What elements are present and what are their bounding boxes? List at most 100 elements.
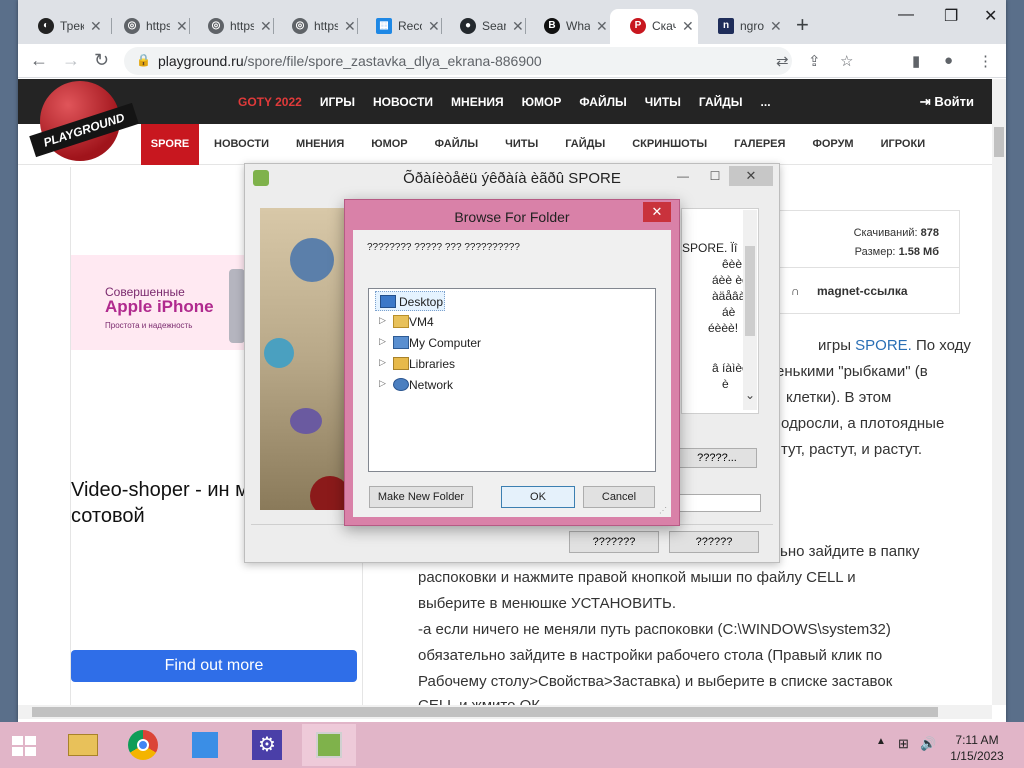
ngrok-icon: n <box>718 18 734 34</box>
horizontal-scrollbar[interactable] <box>18 705 992 719</box>
close-window-icon[interactable]: ✕ <box>984 6 997 26</box>
tab-active[interactable]: P Скач ✕ <box>610 9 698 44</box>
install-button[interactable]: ??????? <box>569 531 659 553</box>
back-icon[interactable]: ← <box>30 50 48 71</box>
forward-icon[interactable]: → <box>62 50 80 71</box>
minimize-icon[interactable]: — <box>669 166 697 186</box>
close-tab-icon[interactable]: ✕ <box>682 18 694 35</box>
network-tray-icon[interactable]: ⊞ <box>898 736 909 752</box>
volume-icon[interactable]: 🔊 <box>920 736 936 752</box>
tab[interactable]: n ngrok ✕ <box>698 9 784 43</box>
subnav-item[interactable]: МНЕНИЯ <box>296 138 344 150</box>
lock-icon[interactable]: 🔒 <box>136 53 151 67</box>
nav-opinions[interactable]: МНЕНИЯ <box>451 95 504 109</box>
close-tab-icon[interactable]: ✕ <box>260 18 272 35</box>
subnav-item[interactable]: ФАЙЛЫ <box>435 138 478 150</box>
close-tab-icon[interactable]: ✕ <box>344 18 356 35</box>
subnav-item[interactable]: ГАЙДЫ <box>565 138 605 150</box>
nav-more[interactable]: ... <box>761 95 771 109</box>
taskbar-explorer[interactable] <box>56 724 110 766</box>
bookmark-star-icon[interactable]: ☆ <box>840 52 853 70</box>
subnav-item[interactable]: ИГРОКИ <box>881 138 926 150</box>
cancel-button[interactable]: Cancel <box>583 486 655 508</box>
close-icon[interactable]: ✕ <box>729 166 773 186</box>
tab[interactable]: ◎ https ✕ <box>104 9 190 43</box>
restore-icon[interactable]: ❐ <box>944 6 958 26</box>
ad-banner[interactable]: Совершенные Apple iPhone Простота и наде… <box>71 255 246 350</box>
side-panel-icon[interactable]: ▮ <box>912 52 920 70</box>
reload-icon[interactable]: ↻ <box>94 50 109 71</box>
expand-arrow-icon[interactable]: ▷ <box>379 357 386 368</box>
login-button[interactable]: ⇥ Войти <box>920 94 974 110</box>
close-tab-icon[interactable]: ✕ <box>770 18 782 35</box>
subnav-item[interactable]: ЧИТЫ <box>505 138 538 150</box>
taskbar-installer[interactable] <box>302 724 356 766</box>
subnav-item[interactable]: НОВОСТИ <box>214 138 269 150</box>
tab[interactable]: B What ✕ <box>524 9 610 43</box>
taskbar-chrome[interactable] <box>116 724 170 766</box>
downloads-value: 878 <box>920 227 939 239</box>
find-out-more-button[interactable]: Find out more <box>71 650 357 682</box>
address-bar[interactable]: 🔒 playground.ru/spore/file/spore_zastavk… <box>124 47 792 75</box>
nav-games[interactable]: ИГРЫ <box>320 95 355 109</box>
folder-tree[interactable]: Desktop ▷ VM4 ▷ My Computer ▷ Libraries … <box>368 288 656 472</box>
subnav-spore[interactable]: SPORE <box>141 124 199 165</box>
make-new-folder-button[interactable]: Make New Folder <box>369 486 473 508</box>
start-button[interactable] <box>12 736 36 756</box>
tab-label: Скач <box>652 19 676 33</box>
cancel-install-button[interactable]: ?????? <box>669 531 759 553</box>
scroll-thumb[interactable] <box>745 246 755 336</box>
magnet-link[interactable]: ∩ magnet-ссылка <box>777 267 959 313</box>
profile-icon[interactable]: ● <box>944 52 953 69</box>
menu-kebab-icon[interactable]: ⋮ <box>978 52 993 70</box>
license-scrollbar[interactable]: ⌄ <box>743 210 757 410</box>
translate-icon[interactable]: ⇄ <box>776 52 789 70</box>
expand-arrow-icon[interactable]: ▷ <box>379 315 386 326</box>
minimize-icon[interactable]: — <box>898 6 914 24</box>
nav-guides[interactable]: ГАЙДЫ <box>699 95 743 109</box>
network-icon <box>393 378 409 391</box>
close-tab-icon[interactable]: ✕ <box>90 18 102 35</box>
expand-arrow-icon[interactable]: ▷ <box>379 378 386 389</box>
close-tab-icon[interactable]: ✕ <box>428 18 440 35</box>
close-icon[interactable]: ✕ <box>643 202 671 222</box>
system-clock[interactable]: 7:11 AM 1/15/2023 <box>940 732 1014 764</box>
browse-button[interactable]: ?????... <box>677 448 757 468</box>
nav-goty[interactable]: GOTY 2022 <box>238 95 302 109</box>
show-hidden-icons[interactable]: ▲ <box>876 736 886 747</box>
ok-button[interactable]: OK <box>501 486 575 508</box>
site-logo[interactable]: PLAYGROUND <box>29 81 140 161</box>
tab[interactable]: ◐ Трек ✕ <box>18 9 112 43</box>
resize-grip-icon[interactable]: ⋰ <box>659 506 667 515</box>
scroll-thumb[interactable] <box>994 127 1004 157</box>
close-tab-icon[interactable]: ✕ <box>596 18 608 35</box>
taskbar-remote-desktop[interactable] <box>178 724 232 766</box>
globe-icon: ◎ <box>124 18 140 34</box>
tab[interactable]: ◎ https ✕ <box>188 9 274 43</box>
tab[interactable]: ▦ Reco ✕ <box>356 9 442 43</box>
expand-arrow-icon[interactable]: ▷ <box>379 336 386 347</box>
nav-humor[interactable]: ЮМОР <box>522 95 562 109</box>
new-tab-icon[interactable]: + <box>796 12 809 38</box>
installer-titlebar[interactable]: Õðàíèòåëü ýêðàíà èãðû SPORE — ☐ ✕ <box>245 164 779 192</box>
nav-cheats[interactable]: ЧИТЫ <box>645 95 681 109</box>
subnav-item[interactable]: СКРИНШОТЫ <box>632 138 707 150</box>
close-tab-icon[interactable]: ✕ <box>176 18 188 35</box>
taskbar-settings[interactable]: ⚙ <box>240 724 294 766</box>
scroll-down-icon[interactable]: ⌄ <box>743 388 757 402</box>
tab[interactable]: ◎ https ✕ <box>272 9 358 43</box>
tree-node-desktop[interactable]: Desktop <box>375 291 445 311</box>
clock-time: 7:11 AM <box>955 733 999 747</box>
vertical-scrollbar[interactable] <box>992 79 1006 705</box>
share-icon[interactable]: ⇪ <box>808 52 821 70</box>
nav-files[interactable]: ФАЙЛЫ <box>579 95 626 109</box>
scroll-thumb[interactable] <box>32 707 938 717</box>
maximize-icon[interactable]: ☐ <box>701 166 729 186</box>
close-tab-icon[interactable]: ✕ <box>512 18 524 35</box>
spore-link[interactable]: SPORE. <box>855 337 912 354</box>
tab[interactable]: ● Search ✕ <box>440 9 526 43</box>
subnav-item[interactable]: ЮМОР <box>371 138 407 150</box>
subnav-item[interactable]: ФОРУМ <box>812 138 853 150</box>
nav-news[interactable]: НОВОСТИ <box>373 95 433 109</box>
subnav-item[interactable]: ГАЛЕРЕЯ <box>734 138 785 150</box>
